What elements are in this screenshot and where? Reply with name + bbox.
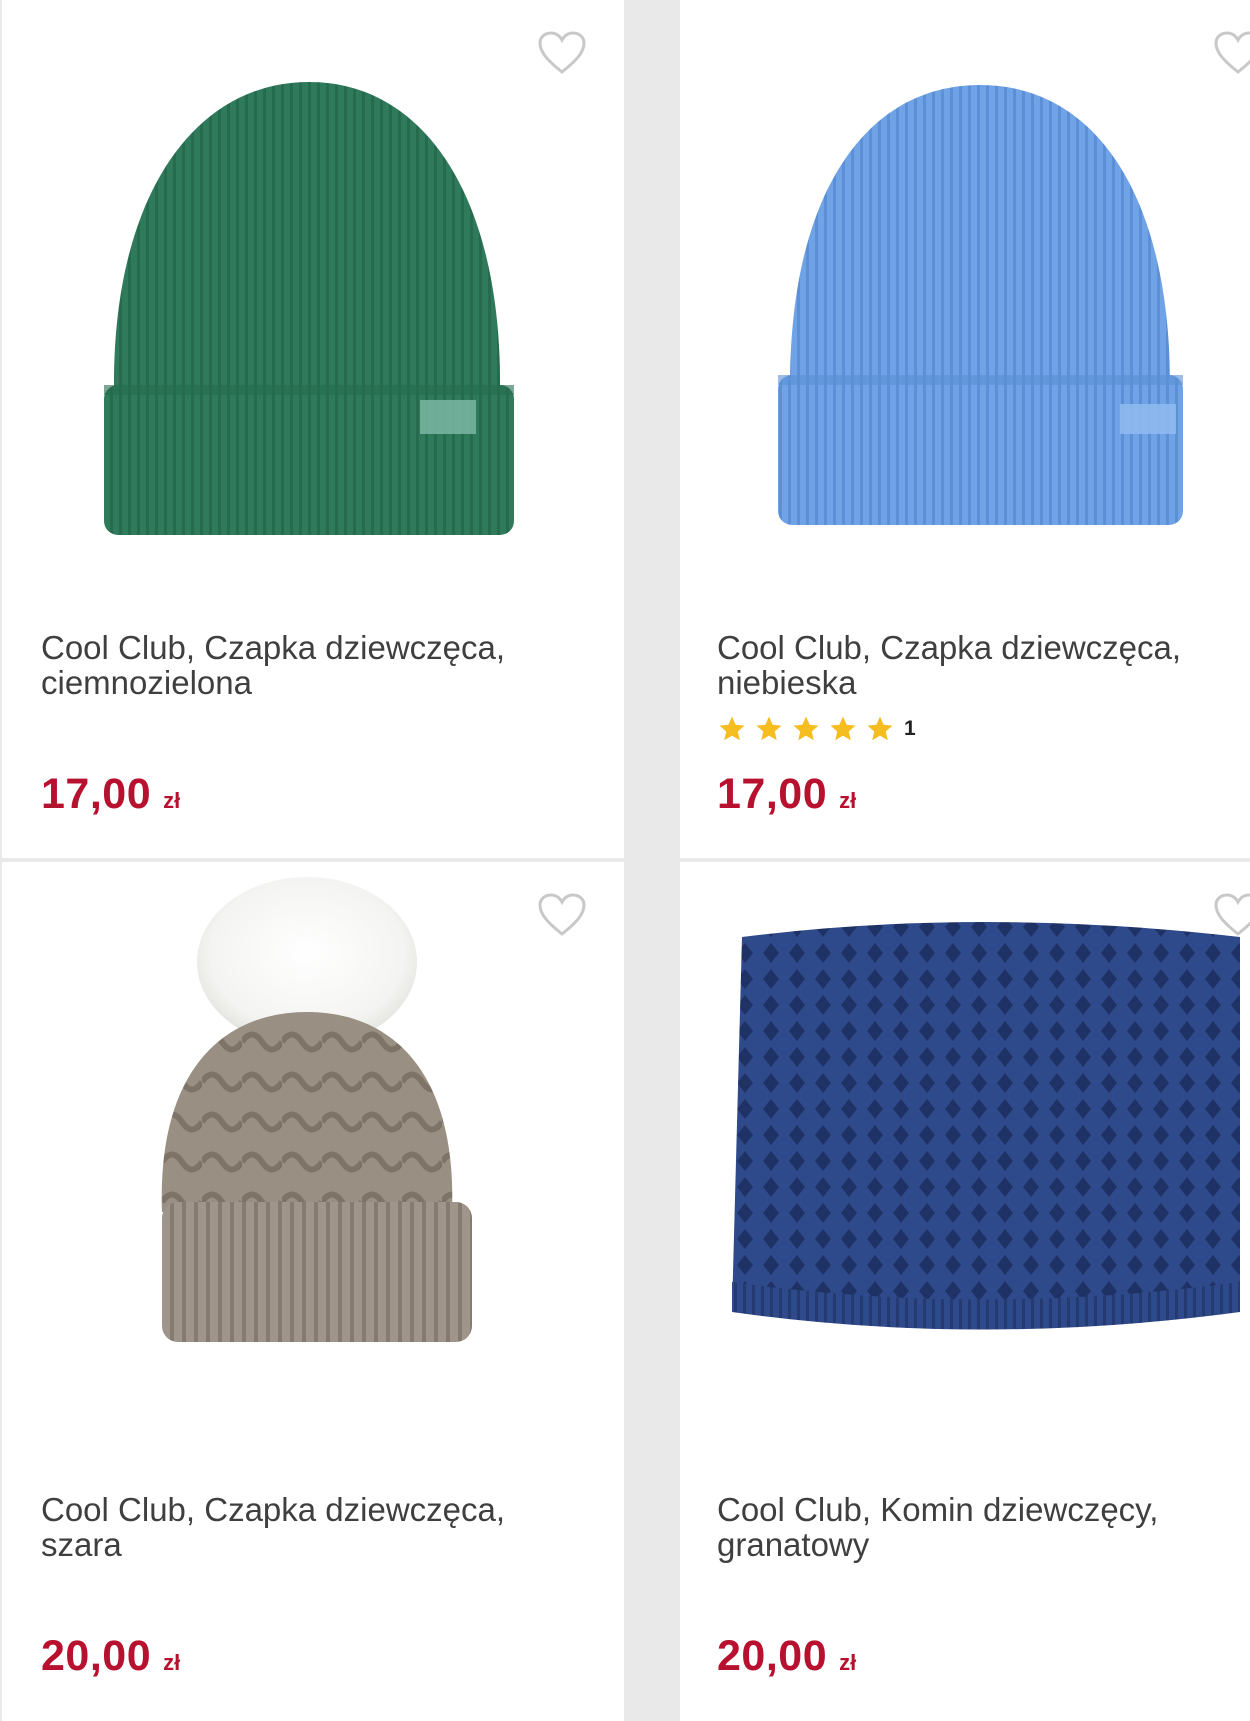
product-image-grey-pompom-hat[interactable] — [2, 862, 624, 1462]
price-currency: zł — [163, 788, 181, 813]
product-price: 17,00 zł — [41, 770, 180, 819]
price-value: 17,00 — [41, 770, 152, 818]
rating[interactable]: 1 — [717, 712, 916, 746]
product-image-navy-snood[interactable] — [680, 862, 1250, 1462]
heart-icon[interactable] — [1213, 30, 1250, 76]
heart-icon[interactable] — [537, 30, 587, 76]
star-icon — [719, 716, 745, 741]
star-icon — [867, 716, 893, 741]
product-card[interactable]: Cool Club, Czapka dziewczęca, niebieska … — [680, 0, 1250, 858]
star-icon — [793, 716, 819, 741]
product-grid: Cool Club, Czapka dziewczęca, ciemnoziel… — [0, 0, 1250, 1721]
star-icon — [756, 716, 782, 741]
product-card[interactable]: Cool Club, Czapka dziewczęca, szara 20,0… — [2, 862, 624, 1721]
price-value: 20,00 — [41, 1632, 152, 1680]
rating-count: 1 — [904, 717, 916, 740]
product-card[interactable]: Cool Club, Czapka dziewczęca, ciemnoziel… — [2, 0, 624, 858]
product-image-blue-beanie[interactable] — [680, 0, 1250, 600]
price-value: 20,00 — [717, 1632, 828, 1680]
product-title[interactable]: Cool Club, Komin dziewczęcy, granatowy — [717, 1492, 1250, 1562]
product-title[interactable]: Cool Club, Czapka dziewczęca, szara — [41, 1492, 581, 1562]
product-title[interactable]: Cool Club, Czapka dziewczęca, ciemnoziel… — [41, 630, 581, 700]
heart-icon[interactable] — [537, 892, 587, 938]
product-image-green-beanie[interactable] — [2, 0, 624, 600]
product-price: 20,00 zł — [717, 1632, 856, 1681]
product-price: 20,00 zł — [41, 1632, 180, 1681]
product-card[interactable]: Cool Club, Komin dziewczęcy, granatowy 2… — [680, 862, 1250, 1721]
price-currency: zł — [839, 1650, 857, 1675]
price-value: 17,00 — [717, 770, 828, 818]
heart-icon[interactable] — [1213, 892, 1250, 938]
price-currency: zł — [163, 1650, 181, 1675]
product-price: 17,00 zł — [717, 770, 856, 819]
price-currency: zł — [839, 788, 857, 813]
product-title[interactable]: Cool Club, Czapka dziewczęca, niebieska — [717, 630, 1250, 700]
star-icon — [830, 716, 856, 741]
